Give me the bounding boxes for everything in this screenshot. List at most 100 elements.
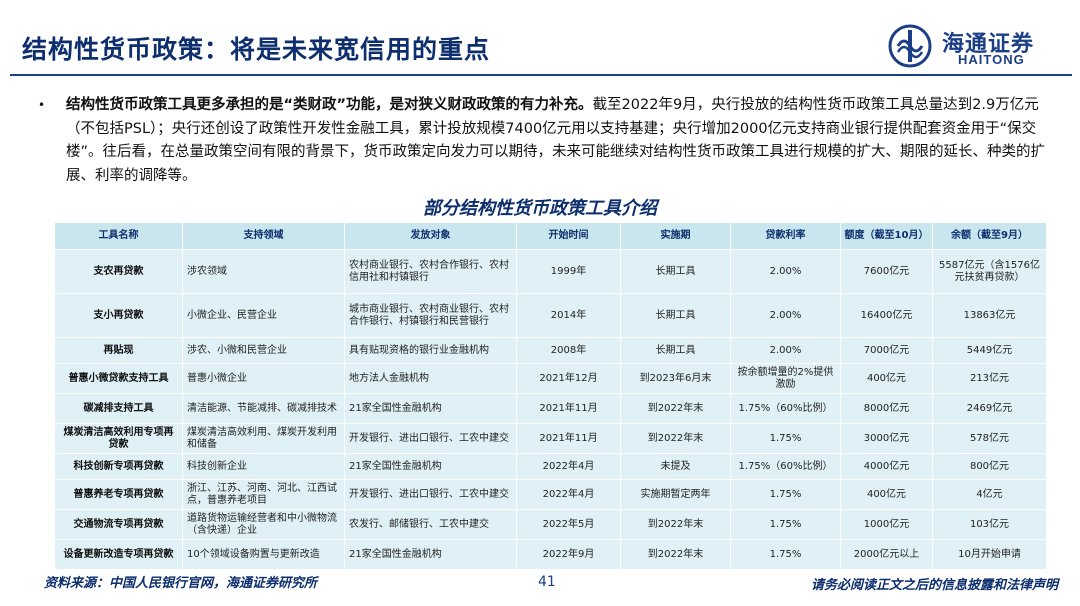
table-cell: 2469亿元	[932, 393, 1047, 424]
disclaimer-note: 请务必阅读正文之后的信息披露和法律声明	[810, 578, 1058, 593]
table-cell: 城市商业银行、农村商业银行、农村合作银行、村镇银行和民营银行	[344, 293, 517, 338]
table-cell: 400亿元	[840, 479, 933, 510]
paragraph-bold-lead: 结构性货币政策工具更多承担的是“类财政”功能，是对狭义财政政策的有力补充。	[66, 97, 593, 113]
table-row: 再贴现 涉农、小微和民营企业 具有贴现资格的银行业金融机构 2008年 长期工具 2.00…	[54, 337, 1047, 364]
page-number: 41	[538, 574, 556, 590]
column-header: 余额（截至9月）	[932, 222, 1047, 250]
column-header: 支持领域	[182, 222, 345, 250]
table-cell: 2022年9月	[516, 539, 621, 570]
table-cell: 清洁能源、节能减排、碳减排技术	[182, 393, 345, 424]
tool-name-cell: 科技创新专项再贷款	[54, 453, 183, 480]
table-cell: 1.75%	[730, 509, 841, 540]
column-header: 工具名称	[54, 222, 183, 250]
table-cell: 13863亿元	[932, 293, 1047, 338]
table-title: 部分结构性货币政策工具介绍	[423, 198, 657, 219]
table-cell: 21家全国性金融机构	[344, 453, 517, 480]
tool-name-cell: 设备更新改造专项再贷款	[54, 539, 183, 570]
table-cell: 578亿元	[932, 423, 1047, 454]
table-cell: 按余额增量的2%提供激励	[730, 363, 841, 394]
table-cell: 10月开始申请	[932, 539, 1047, 570]
table-cell: 4亿元	[932, 479, 1047, 510]
policy-tools-table: 工具名称 支持领域 发放对象 开始时间 实施期 贷款利率 额度（截至10月） 余额（截至9月）…	[54, 222, 1047, 570]
bullet-marker: •	[38, 98, 46, 112]
tool-name-cell: 交通物流专项再贷款	[54, 509, 183, 540]
title-divider	[10, 74, 1072, 76]
table-cell: 103亿元	[932, 509, 1047, 540]
tool-name-cell: 再贴现	[54, 337, 183, 364]
table-cell: 未提及	[620, 453, 731, 480]
table-cell: 到2022年末	[620, 393, 731, 424]
tool-name-cell: 煤炭清洁高效利用专项再贷款	[54, 423, 183, 454]
haitong-logo-icon	[888, 24, 932, 68]
column-header: 贷款利率	[730, 222, 841, 250]
table-cell: 1.75%	[730, 479, 841, 510]
table-cell: 2008年	[516, 337, 621, 364]
table-cell: 具有贴现资格的银行业金融机构	[344, 337, 517, 364]
table-cell: 213亿元	[932, 363, 1047, 394]
haitong-logo: 海通证券 HAITONG	[888, 24, 1068, 72]
logo-english-text: HAITONG	[958, 52, 1025, 67]
table-cell: 地方法人金融机构	[344, 363, 517, 394]
table-cell: 1.75%	[730, 539, 841, 570]
table-cell: 2000亿元以上	[840, 539, 933, 570]
table-cell: 农发行、邮储银行、工农中建交	[344, 509, 517, 540]
table-cell: 2021年12月	[516, 363, 621, 394]
column-header: 额度（截至10月）	[840, 222, 933, 250]
column-header: 开始时间	[516, 222, 621, 250]
table-cell: 1.75%	[730, 423, 841, 454]
table-row: 设备更新改造专项再贷款 10个领域设备购置与更新改造 21家全国性金融机构 2022年…	[54, 539, 1047, 570]
table-cell: 开发银行、进出口银行、工农中建交	[344, 423, 517, 454]
table-cell: 农村商业银行、农村合作银行、农村信用社和村镇银行	[344, 249, 517, 294]
table-cell: 5449亿元	[932, 337, 1047, 364]
table-cell: 2.00%	[730, 249, 841, 294]
table-cell: 道路货物运输经营者和中小微物流（含快递）企业	[182, 509, 345, 540]
summary-paragraph: 结构性货币政策工具更多承担的是“类财政”功能，是对狭义财政政策的有力补充。截至2…	[66, 94, 1058, 188]
table-row: 普惠小微贷款支持工具 普惠小微企业 地方法人金融机构 2021年12月 到2023年6月…	[54, 363, 1047, 394]
table-body: 支农再贷款 涉农领域 农村商业银行、农村合作银行、农村信用社和村镇银行 1999年 长期…	[54, 249, 1047, 570]
table-cell: 2022年4月	[516, 479, 621, 510]
table-cell: 科技创新企业	[182, 453, 345, 480]
table-cell: 1999年	[516, 249, 621, 294]
table-row: 支农再贷款 涉农领域 农村商业银行、农村合作银行、农村信用社和村镇银行 1999年 长期…	[54, 249, 1047, 294]
table-row: 煤炭清洁高效利用专项再贷款 煤炭清洁高效利用、煤炭开发利用和储备 开发银行、进出口银…	[54, 423, 1047, 454]
table-row: 碳减排支持工具 清洁能源、节能减排、碳减排技术 21家全国性金融机构 2021年11月…	[54, 393, 1047, 424]
table-cell: 800亿元	[932, 453, 1047, 480]
table-cell: 2022年4月	[516, 453, 621, 480]
table-cell: 长期工具	[620, 293, 731, 338]
table-cell: 涉农领域	[182, 249, 345, 294]
table-header-row: 工具名称 支持领域 发放对象 开始时间 实施期 贷款利率 额度（截至10月） 余额（截至9月）	[54, 222, 1047, 250]
table-cell: 400亿元	[840, 363, 933, 394]
table-cell: 小微企业、民营企业	[182, 293, 345, 338]
table-row: 科技创新专项再贷款 科技创新企业 21家全国性金融机构 2022年4月 未提及 1.75%…	[54, 453, 1047, 480]
column-header: 发放对象	[344, 222, 517, 250]
tool-name-cell: 普惠养老专项再贷款	[54, 479, 183, 510]
table-cell: 2022年5月	[516, 509, 621, 540]
page-title: 结构性货币政策：将是未来宽信用的重点	[22, 35, 491, 64]
tool-name-cell: 支农再贷款	[54, 249, 183, 294]
table-cell: 3000亿元	[840, 423, 933, 454]
table-cell: 7600亿元	[840, 249, 933, 294]
table-cell: 到2022年末	[620, 539, 731, 570]
table-cell: 煤炭清洁高效利用、煤炭开发利用和储备	[182, 423, 345, 454]
table-cell: 8000亿元	[840, 393, 933, 424]
table-cell: 1000亿元	[840, 509, 933, 540]
table-cell: 普惠小微企业	[182, 363, 345, 394]
table-cell: 10个领域设备购置与更新改造	[182, 539, 345, 570]
tool-name-cell: 普惠小微贷款支持工具	[54, 363, 183, 394]
table-row: 支小再贷款 小微企业、民营企业 城市商业银行、农村商业银行、农村合作银行、村镇银行和…	[54, 293, 1047, 338]
table-cell: 长期工具	[620, 337, 731, 364]
table-row: 交通物流专项再贷款 道路货物运输经营者和中小微物流（含快递）企业 农发行、邮储银行、…	[54, 509, 1047, 540]
tool-name-cell: 支小再贷款	[54, 293, 183, 338]
table-cell: 21家全国性金融机构	[344, 393, 517, 424]
table-cell: 到2023年6月末	[620, 363, 731, 394]
table-cell: 1.75%（60%比例）	[730, 453, 841, 480]
table-cell: 涉农、小微和民营企业	[182, 337, 345, 364]
table-cell: 7000亿元	[840, 337, 933, 364]
table-cell: 浙江、江苏、河南、河北、江西试点，普惠养老项目	[182, 479, 345, 510]
table-cell: 2014年	[516, 293, 621, 338]
table-cell: 1.75%（60%比例）	[730, 393, 841, 424]
tool-name-cell: 碳减排支持工具	[54, 393, 183, 424]
table-cell: 到2022年末	[620, 509, 731, 540]
table-cell: 16400亿元	[840, 293, 933, 338]
table-cell: 21家全国性金融机构	[344, 539, 517, 570]
